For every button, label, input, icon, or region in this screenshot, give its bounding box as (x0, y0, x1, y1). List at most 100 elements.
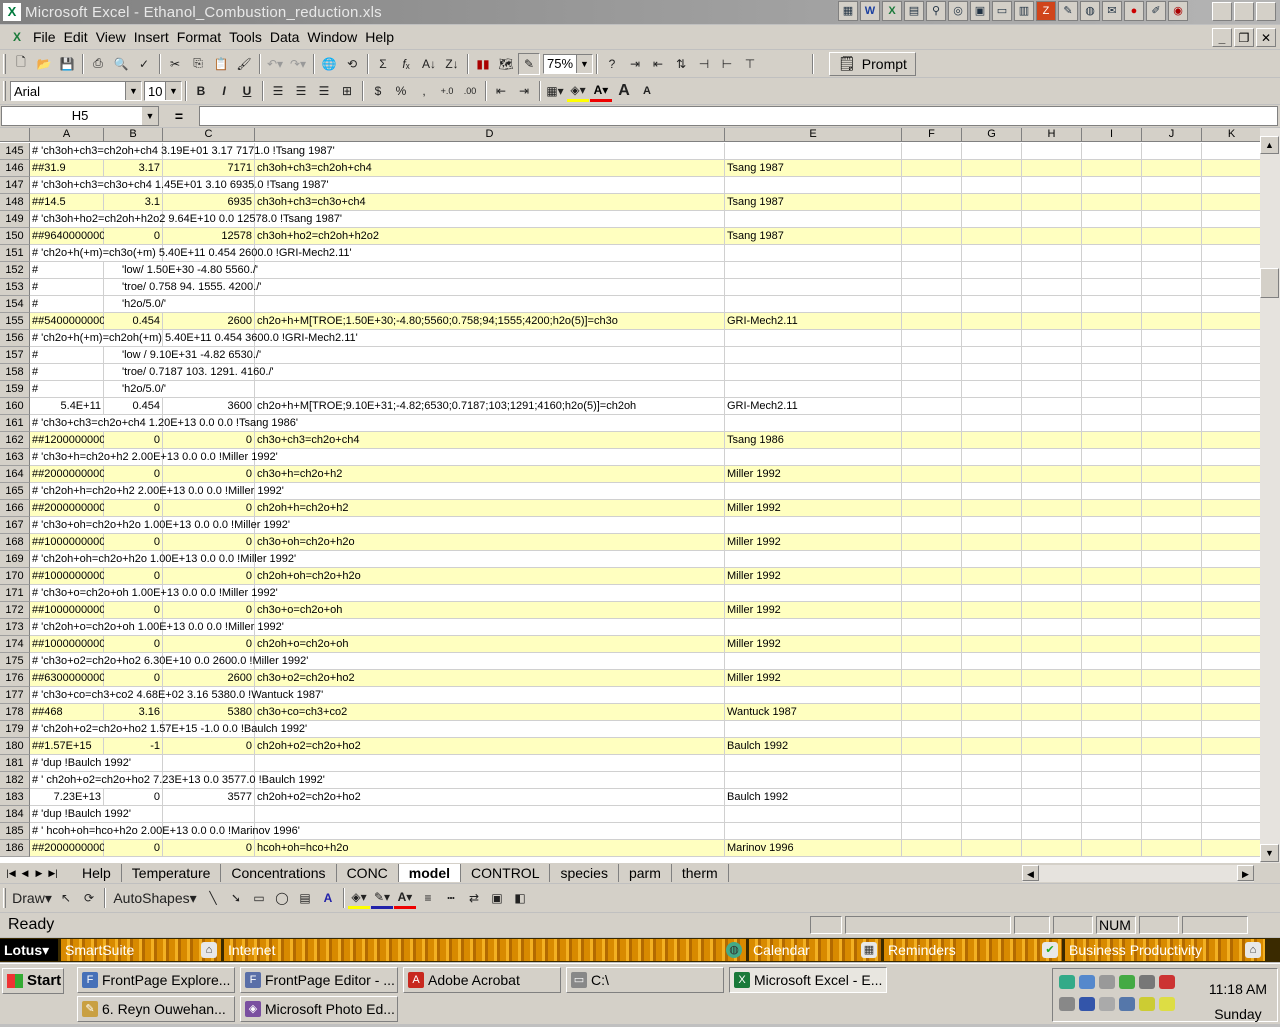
cell-d[interactable] (255, 381, 725, 398)
cell-d[interactable]: ch3o+oh=ch2o+h2o (255, 534, 725, 551)
cell-h[interactable] (1022, 194, 1082, 211)
excel-icon[interactable]: X (882, 1, 902, 21)
cell-c[interactable]: 0 (163, 500, 255, 517)
cell-d[interactable]: ch3oh+ho2=ch2oh+h2o2 (255, 228, 725, 245)
cell-j[interactable] (1142, 602, 1202, 619)
shrink-font-icon[interactable]: A (636, 80, 658, 102)
office-icon[interactable]: ▦ (838, 1, 858, 21)
doc-restore-button[interactable]: ❐ (1234, 28, 1254, 47)
row-header[interactable]: 167 (0, 517, 30, 534)
cell-k[interactable] (1202, 245, 1260, 262)
remove-arrows-icon[interactable]: ⇅ (670, 53, 692, 75)
scroll-right-icon[interactable]: ▶ (1237, 865, 1254, 881)
network-icon[interactable]: ◍ (1080, 1, 1100, 21)
cell-k[interactable] (1202, 789, 1260, 806)
cell-h[interactable] (1022, 449, 1082, 466)
cell-i[interactable] (1082, 806, 1142, 823)
tab-model[interactable]: model (398, 864, 462, 882)
cell-c[interactable]: 0 (163, 602, 255, 619)
cell-f[interactable] (902, 449, 962, 466)
tools-icon[interactable]: ✎ (1058, 1, 1078, 21)
cell-f[interactable] (902, 738, 962, 755)
row-header[interactable]: 160 (0, 398, 30, 415)
scroll-thumb[interactable] (1260, 268, 1279, 298)
row-header[interactable]: 172 (0, 602, 30, 619)
cell-f[interactable] (902, 398, 962, 415)
cell-e[interactable]: Tsang 1987 (725, 194, 902, 211)
edit-formula-button[interactable]: = (159, 108, 199, 124)
borders-icon[interactable]: ▦▾ (544, 80, 566, 102)
cell-i[interactable] (1082, 330, 1142, 347)
cell-a[interactable]: # (30, 347, 104, 364)
cell-g[interactable] (962, 517, 1022, 534)
cell-j[interactable] (1142, 789, 1202, 806)
cell-i[interactable] (1082, 636, 1142, 653)
cell-g[interactable] (962, 789, 1022, 806)
tray-app-icon[interactable] (1159, 997, 1175, 1011)
cell-f[interactable] (902, 755, 962, 772)
cell-e[interactable]: Baulch 1992 (725, 789, 902, 806)
cell-h[interactable] (1022, 721, 1082, 738)
function-icon[interactable]: fₓ (395, 53, 417, 75)
cell-g[interactable] (962, 279, 1022, 296)
column-header-g[interactable]: G (962, 128, 1022, 142)
cell-j[interactable] (1142, 381, 1202, 398)
chart-wizard-icon[interactable]: ▮▮ (472, 53, 494, 75)
cell-a[interactable]: # 'ch3o+h=ch2o+h2 2.00E+13 0.0 0.0 !Mill… (30, 449, 730, 466)
cell-h[interactable] (1022, 806, 1082, 823)
spelling-icon[interactable]: ✓ (133, 53, 155, 75)
cell-d[interactable] (255, 364, 725, 381)
cell-a[interactable]: # ' ch2oh+o2=ch2o+ho2 7.23E+13 0.0 3577.… (30, 772, 730, 789)
cell-j[interactable] (1142, 806, 1202, 823)
cell-i[interactable] (1082, 568, 1142, 585)
cell-k[interactable] (1202, 738, 1260, 755)
cell-f[interactable] (902, 415, 962, 432)
italic-icon[interactable]: I (213, 80, 235, 102)
cell-j[interactable] (1142, 432, 1202, 449)
zoom-select[interactable]: 75% ▼ (543, 53, 593, 74)
cell-h[interactable] (1022, 245, 1082, 262)
pen-icon[interactable]: ✐ (1146, 1, 1166, 21)
task-photo-editor[interactable]: ◈ Microsoft Photo Ed... (240, 996, 398, 1022)
autosum-icon[interactable]: Σ (372, 53, 394, 75)
cell-h[interactable] (1022, 313, 1082, 330)
cell-f[interactable] (902, 721, 962, 738)
tab-therm[interactable]: therm (672, 864, 729, 882)
cell-a[interactable]: # (30, 381, 104, 398)
cell-g[interactable] (962, 364, 1022, 381)
cell-c[interactable]: 3600 (163, 398, 255, 415)
cell-j[interactable] (1142, 398, 1202, 415)
cell-d[interactable]: ch2o+h+M[TROE;9.10E+31;-4.82;6530;0.7187… (255, 398, 725, 415)
cell-e[interactable] (725, 262, 902, 279)
cell-h[interactable] (1022, 840, 1082, 857)
cell-a[interactable]: ##2000000000 (30, 466, 105, 483)
close-button[interactable]: ✕ (1256, 2, 1276, 21)
column-header-i[interactable]: I (1082, 128, 1142, 142)
task-adobe-acrobat[interactable]: A Adobe Acrobat (403, 967, 561, 993)
tab-temperature[interactable]: Temperature (122, 864, 222, 882)
cell-i[interactable] (1082, 772, 1142, 789)
cell-e[interactable]: Miller 1992 (725, 500, 902, 517)
tray-app-icon[interactable] (1119, 997, 1135, 1011)
row-header[interactable]: 168 (0, 534, 30, 551)
cell-e[interactable] (725, 772, 902, 789)
cell-g[interactable] (962, 160, 1022, 177)
cell-g[interactable] (962, 738, 1022, 755)
cell-f[interactable] (902, 840, 962, 857)
cell-h[interactable] (1022, 823, 1082, 840)
font-color-icon[interactable]: A▾ (394, 887, 416, 909)
menu-help[interactable]: Help (361, 29, 398, 45)
cell-f[interactable] (902, 500, 962, 517)
drawer-smartsuite[interactable]: SmartSuite ⌂ (61, 939, 221, 961)
cell-f[interactable] (902, 313, 962, 330)
office-assistant-icon[interactable]: ? (601, 53, 623, 75)
tab-conc[interactable]: CONC (337, 864, 399, 882)
new-icon[interactable]: 🗋 (10, 53, 32, 75)
oval-icon[interactable]: ◯ (271, 887, 293, 909)
bold-icon[interactable]: B (190, 80, 212, 102)
row-header[interactable]: 152 (0, 262, 30, 279)
minimize-button[interactable]: _ (1212, 2, 1232, 21)
decrease-decimal-icon[interactable]: .00 (459, 80, 481, 102)
cell-i[interactable] (1082, 687, 1142, 704)
cell-j[interactable] (1142, 670, 1202, 687)
